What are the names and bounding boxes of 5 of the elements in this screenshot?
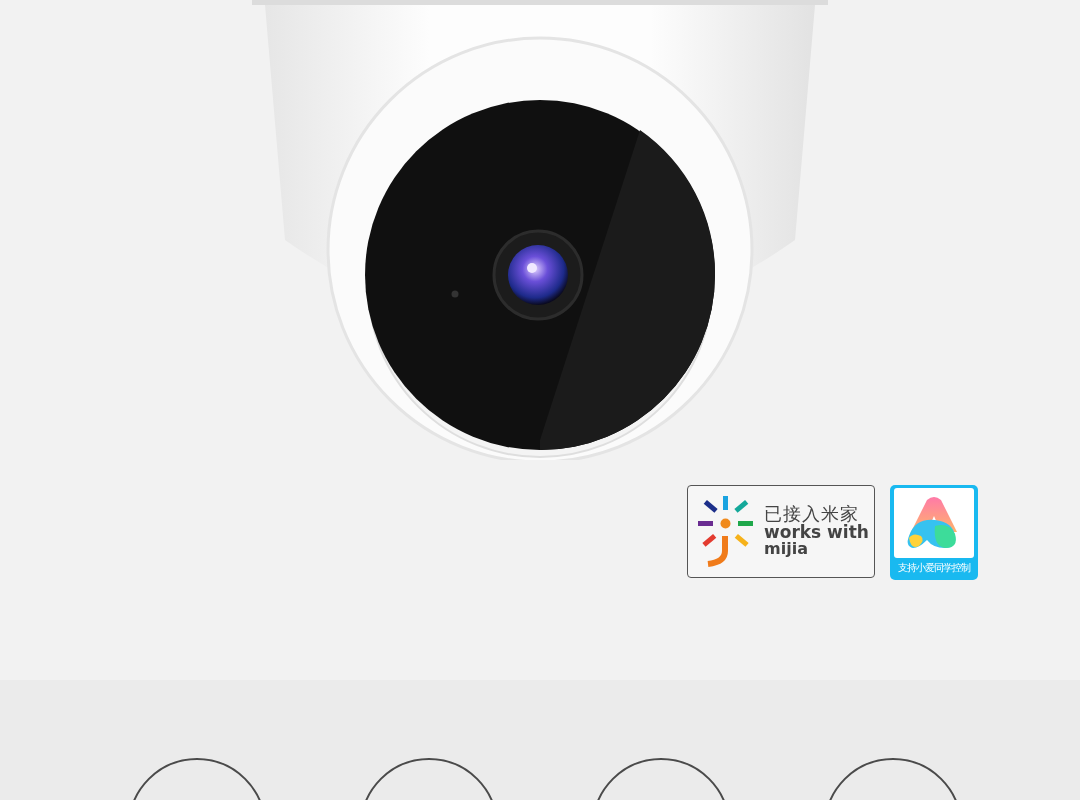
mijia-logo-icon bbox=[698, 495, 754, 568]
badge-subtitle: works with bbox=[764, 523, 869, 542]
brand-wordmark: mijia bbox=[764, 541, 809, 559]
badge-title: 已接入米家 bbox=[764, 504, 860, 524]
badge-caption: 支持小爱同学控制 bbox=[898, 561, 970, 575]
